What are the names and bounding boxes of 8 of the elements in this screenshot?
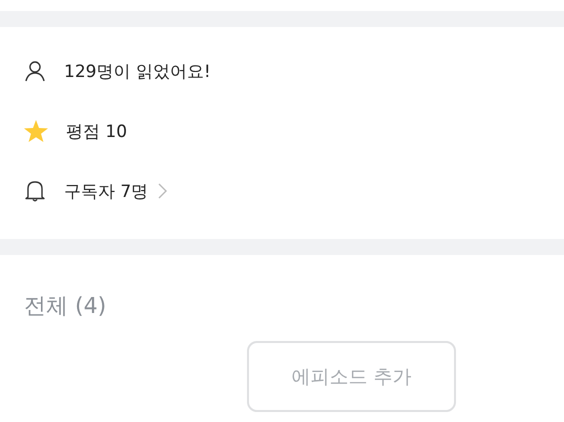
- stat-text[interactable]: 구독자 7명: [64, 180, 148, 202]
- episodes-heading: 전체 (4): [24, 293, 108, 321]
- stat-text: 129명이 읽었어요!: [64, 60, 211, 82]
- person-icon: [24, 60, 46, 82]
- bell-icon: [24, 180, 46, 202]
- stat-text: 평점 10: [66, 120, 128, 142]
- chevron-icon[interactable]: [158, 183, 168, 199]
- star-icon: [24, 120, 48, 142]
